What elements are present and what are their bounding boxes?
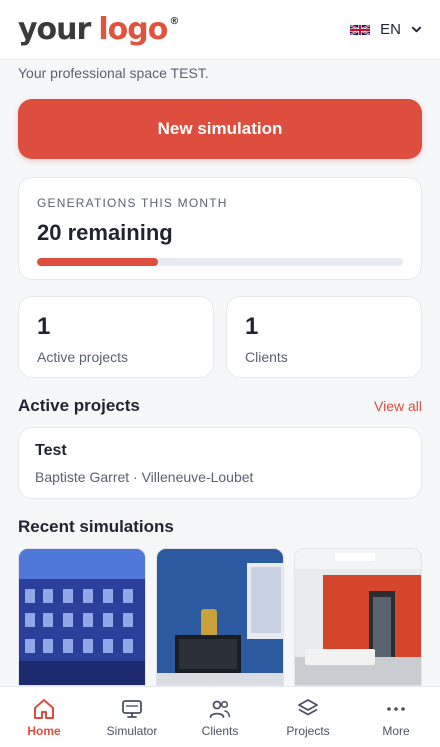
nav-item-more[interactable]: More [352,697,440,738]
new-simulation-button[interactable]: New simulation [18,99,422,159]
nav-item-clients[interactable]: Clients [176,697,264,738]
bottom-navigation: Home Simulator Clients Projects More [0,686,440,747]
office-desk-image [157,549,283,685]
simulation-thumbnail[interactable] [18,548,146,686]
generations-label: GENERATIONS THIS MONTH [37,196,228,210]
logo-registered-mark: ® [169,15,179,27]
project-meta: Baptiste Garret · Villeneuve-Loubet [35,469,254,485]
stat-label: Clients [245,349,288,365]
home-icon [34,698,54,719]
uk-flag-icon [350,23,371,36]
stat-value: 1 [245,313,259,340]
logo-text-your: your [18,11,91,47]
project-card[interactable]: Test Baptiste Garret · Villeneuve-Loubet [18,427,422,499]
nav-label: More [382,723,410,738]
generations-progress-fill [37,258,158,266]
active-projects-heading: Active projects [18,396,140,415]
nav-item-projects[interactable]: Projects [264,697,352,738]
welcome-subtitle: Your professional space TEST. [18,65,209,81]
generations-progress-bar [37,258,403,266]
simulation-thumbnail[interactable] [156,548,284,686]
meeting-room-image [295,549,421,685]
logo-text-logo: logo [98,11,168,47]
stat-card-clients[interactable]: 1 Clients [226,296,422,378]
layers-icon [298,698,318,715]
recent-simulations-heading: Recent simulations [18,517,174,536]
stat-card-active-projects[interactable]: 1 Active projects [18,296,214,378]
nav-item-home[interactable]: Home [0,697,88,738]
more-dots-icon [387,706,405,711]
monitor-icon [122,699,142,718]
stat-label: Active projects [37,349,129,365]
nav-item-simulator[interactable]: Simulator [88,697,176,738]
language-selector[interactable]: EN [350,21,422,38]
nav-label: Home [27,723,61,738]
top-bar: your logo ® EN [0,0,440,60]
project-name: Test [35,442,67,459]
users-icon [209,700,231,718]
generations-card: GENERATIONS THIS MONTH 20 remaining [18,177,422,280]
nav-label: Simulator [106,723,158,738]
stat-value: 1 [37,313,51,340]
chevron-down-icon [411,26,422,33]
building-facade-image [19,549,145,685]
generations-remaining: 20 remaining [37,220,173,245]
nav-label: Projects [286,723,330,738]
view-all-link[interactable]: View all [374,398,422,414]
language-code: EN [380,21,401,38]
simulation-thumbnail[interactable] [294,548,422,686]
brand-logo[interactable]: your logo ® [18,11,179,47]
nav-label: Clients [201,723,239,738]
